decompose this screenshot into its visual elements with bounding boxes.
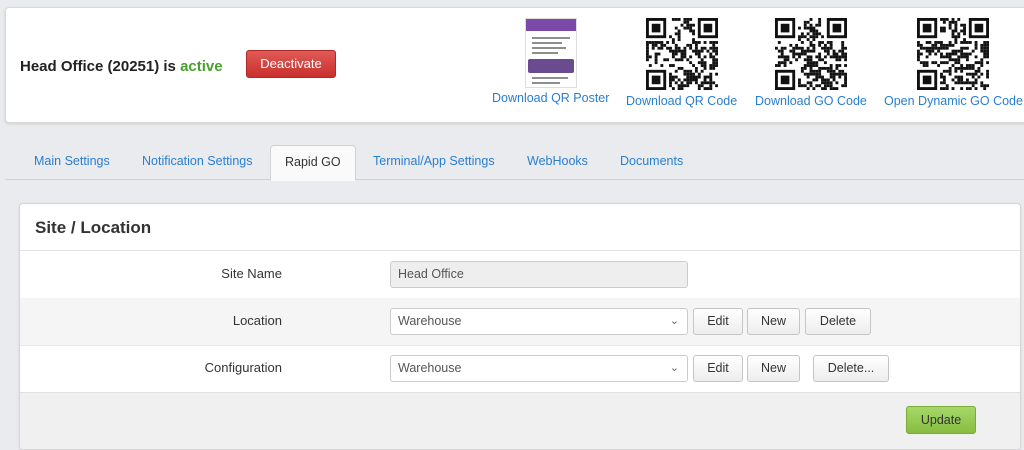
location-label: Location	[232, 313, 282, 328]
location-select[interactable]: Warehouse ⌄	[390, 308, 688, 335]
tab-webhooks[interactable]: WebHooks	[527, 145, 588, 180]
location-edit-button[interactable]: Edit	[693, 308, 743, 335]
configuration-edit-button[interactable]: Edit	[693, 355, 743, 382]
panel-footer: Update	[20, 392, 1020, 449]
site-status-text: Head Office (20251) is	[20, 58, 176, 75]
dynamic-go-code-icon	[917, 18, 990, 90]
location-delete-button[interactable]: Delete	[805, 308, 871, 335]
tab-main-settings[interactable]: Main Settings	[34, 145, 110, 180]
location-new-button[interactable]: New	[747, 308, 800, 335]
site-location-panel: Site / Location Site Name Head Office Lo…	[19, 203, 1021, 450]
configuration-new-button[interactable]: New	[747, 355, 800, 382]
open-dynamic-go-code[interactable]: Open Dynamic GO Code	[884, 18, 1023, 108]
open-dynamic-go-code-link[interactable]: Open Dynamic GO Code	[884, 94, 1023, 108]
configuration-select-value: Warehouse	[398, 361, 462, 375]
configuration-row: Configuration Warehouse ⌄ Edit New Delet…	[20, 345, 1020, 392]
download-qr-code[interactable]: Download QR Code	[626, 18, 737, 108]
tab-notification-settings[interactable]: Notification Settings	[142, 145, 252, 180]
site-status: Head Office (20251) is active	[20, 58, 223, 75]
deactivate-button[interactable]: Deactivate	[246, 50, 336, 78]
chevron-down-icon: ⌄	[669, 362, 679, 374]
download-qr-poster[interactable]: Download QR Poster	[492, 18, 609, 105]
download-go-code[interactable]: Download GO Code	[755, 18, 867, 108]
location-select-value: Warehouse	[398, 314, 462, 328]
site-status-active: active	[180, 58, 223, 75]
chevron-down-icon: ⌄	[669, 315, 679, 327]
site-header-card: Head Office (20251) is active Deactivate…	[5, 7, 1024, 123]
tab-terminal-app-settings[interactable]: Terminal/App Settings	[373, 145, 495, 180]
update-button[interactable]: Update	[906, 406, 976, 434]
qr-poster-thumbnail-icon	[524, 18, 577, 88]
download-qr-code-link[interactable]: Download QR Code	[626, 94, 737, 108]
qr-code-icon	[645, 18, 718, 90]
tab-rapid-go[interactable]: Rapid GO	[270, 145, 356, 181]
download-qr-poster-link[interactable]: Download QR Poster	[492, 91, 609, 105]
configuration-select[interactable]: Warehouse ⌄	[390, 355, 688, 382]
site-name-row: Site Name Head Office	[20, 251, 1020, 298]
site-name-field[interactable]: Head Office	[390, 261, 688, 288]
site-name-label: Site Name	[221, 266, 282, 281]
panel-title: Site / Location	[35, 218, 152, 237]
location-row: Location Warehouse ⌄ Edit New Delete	[20, 298, 1020, 345]
settings-tabs: Main Settings Notification Settings Rapi…	[5, 145, 1024, 181]
tab-documents[interactable]: Documents	[620, 145, 683, 180]
download-go-code-link[interactable]: Download GO Code	[755, 94, 867, 108]
go-code-icon	[774, 18, 847, 90]
configuration-label: Configuration	[204, 360, 282, 375]
configuration-delete-button[interactable]: Delete...	[813, 355, 889, 382]
